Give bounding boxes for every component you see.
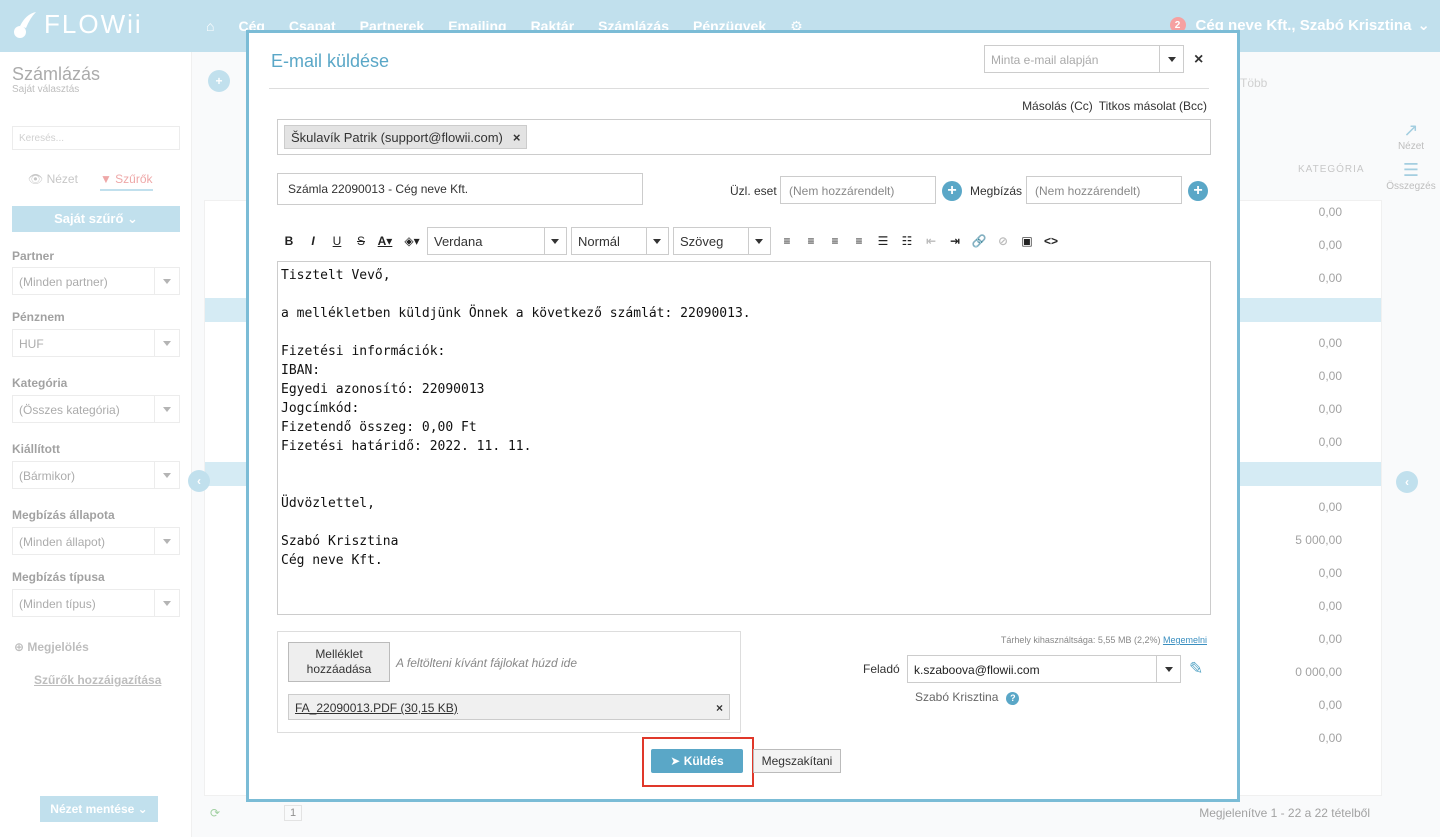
outdent-icon[interactable]: ⇤ — [919, 234, 943, 248]
bcc-link[interactable]: Titkos másolat (Bcc) — [1099, 99, 1207, 113]
message-body-editor[interactable]: Tisztelt Vevő, a mellékletben küldjünk Ö… — [277, 261, 1211, 615]
body-line: Szabó Krisztina — [281, 534, 399, 549]
send-button[interactable]: ➤ Küldés — [651, 749, 743, 773]
align-right-icon[interactable]: ≡ — [823, 234, 847, 248]
close-icon[interactable]: × — [1194, 51, 1203, 69]
paragraph-style-value: Szöveg — [680, 234, 724, 249]
body-line: Fizetési információk: — [281, 344, 446, 359]
storage-quota: Tárhely kihasználtsága: 5,55 MB (2,2%) M… — [1001, 635, 1207, 645]
order-input[interactable]: (Nem hozzárendelt) — [1026, 176, 1182, 204]
order-label: Megbízás — [970, 184, 1023, 198]
sender-name: Szabó Krisztina? — [915, 690, 1020, 705]
template-placeholder: Minta e-mail alapján — [991, 53, 1099, 67]
paper-plane-icon: ➤ — [670, 754, 681, 768]
recipient-tag: Škulavík Patrik (support@flowii.com) × — [284, 125, 528, 149]
recipient-label: Škulavík Patrik (support@flowii.com) — [291, 130, 503, 145]
link-icon[interactable]: 🔗 — [967, 234, 991, 248]
body-line: Jogcímkód: — [281, 401, 360, 416]
indent-icon[interactable]: ⇥ — [943, 234, 967, 248]
business-case-input[interactable]: (Nem hozzárendelt) — [780, 176, 936, 204]
add-order-icon[interactable]: + — [1188, 181, 1208, 201]
sender-name-text: Szabó Krisztina — [915, 690, 999, 704]
modal-title: E-mail küldése — [271, 51, 390, 71]
upgrade-link[interactable]: Megemelni — [1163, 635, 1207, 645]
font-family-value: Verdana — [434, 234, 483, 249]
attachments-area[interactable]: Melléklet hozzáadása A feltölteni kívánt… — [277, 631, 741, 733]
sender-email: k.szaboova@flowii.com — [914, 663, 1040, 677]
editor-toolbar: B I U S A▾ ◈▾ Verdana Normál Szöveg ≡ ≡ … — [277, 227, 1211, 255]
bold-icon[interactable]: B — [277, 234, 301, 248]
subject-input[interactable]: Számla 22090013 - Cég neve Kft. — [277, 173, 643, 205]
remove-recipient-icon[interactable]: × — [513, 130, 521, 145]
justify-icon[interactable]: ≡ — [847, 234, 871, 248]
help-icon[interactable]: ? — [1006, 692, 1020, 705]
body-line: Üdvözlettel, — [281, 496, 375, 511]
sender-label: Feladó — [863, 662, 900, 676]
numbered-list-icon[interactable]: ☷ — [895, 234, 919, 248]
highlight-color-icon[interactable]: ◈▾ — [397, 234, 427, 248]
add-business-case-icon[interactable]: + — [942, 181, 962, 201]
cc-link[interactable]: Másolás (Cc) — [1022, 99, 1093, 113]
body-line — [281, 456, 1207, 475]
align-center-icon[interactable]: ≡ — [799, 234, 823, 248]
remove-attachment-icon[interactable]: × — [716, 701, 723, 715]
attachment-name[interactable]: FA_22090013.PDF (30,15 KB) — [295, 701, 458, 715]
body-line: Fizetendő összeg: 0,00 Ft — [281, 420, 477, 435]
recipients-field[interactable]: Škulavík Patrik (support@flowii.com) × — [277, 119, 1211, 155]
font-color-icon[interactable]: A▾ — [373, 234, 397, 248]
bullet-list-icon[interactable]: ☰ — [871, 234, 895, 248]
body-line: IBAN: — [281, 363, 321, 378]
body-line — [281, 323, 1207, 342]
business-case-label: Üzl. eset — [730, 184, 777, 198]
underline-icon[interactable]: U — [325, 234, 349, 248]
strikethrough-icon[interactable]: S — [349, 234, 373, 248]
body-line — [281, 513, 1207, 532]
body-line: Egyedi azonosító: 22090013 — [281, 382, 485, 397]
font-family-select[interactable]: Verdana — [427, 227, 567, 255]
cc-bcc-links: Másolás (Cc) Titkos másolat (Bcc) — [1022, 99, 1207, 113]
sender-select[interactable]: k.szaboova@flowii.com — [907, 655, 1181, 683]
drop-hint: A feltölteni kívánt fájlokat húzd ide — [396, 656, 577, 670]
source-code-icon[interactable]: <> — [1039, 234, 1063, 248]
template-select[interactable]: Minta e-mail alapján — [984, 45, 1184, 73]
body-line — [281, 285, 1207, 304]
body-line: Cég neve Kft. — [281, 553, 383, 568]
body-line: a mellékletben küldjünk Önnek a következ… — [281, 306, 751, 321]
add-attachment-button[interactable]: Melléklet hozzáadása — [288, 642, 390, 682]
italic-icon[interactable]: I — [301, 234, 325, 248]
body-line — [281, 475, 1207, 494]
edit-pencil-icon[interactable]: ✎ — [1189, 659, 1203, 679]
cancel-button[interactable]: Megszakítani — [753, 749, 841, 773]
align-left-icon[interactable]: ≡ — [775, 234, 799, 248]
paragraph-style-select[interactable]: Szöveg — [673, 227, 771, 255]
attachment-item[interactable]: FA_22090013.PDF (30,15 KB) × — [288, 694, 730, 720]
unlink-icon[interactable]: ⊘ — [991, 234, 1015, 248]
divider — [269, 88, 1209, 89]
font-size-select[interactable]: Normál — [571, 227, 669, 255]
send-label: Küldés — [683, 754, 724, 768]
send-email-modal: E-mail küldése Minta e-mail alapján × Má… — [246, 30, 1240, 802]
quota-text: Tárhely kihasználtsága: 5,55 MB (2,2%) — [1000, 635, 1161, 645]
image-icon[interactable]: ▣ — [1015, 234, 1039, 248]
body-line: Fizetési határidő: 2022. 11. 11. — [281, 439, 532, 454]
body-line: Tisztelt Vevő, — [281, 268, 391, 283]
font-size-value: Normál — [578, 234, 620, 249]
